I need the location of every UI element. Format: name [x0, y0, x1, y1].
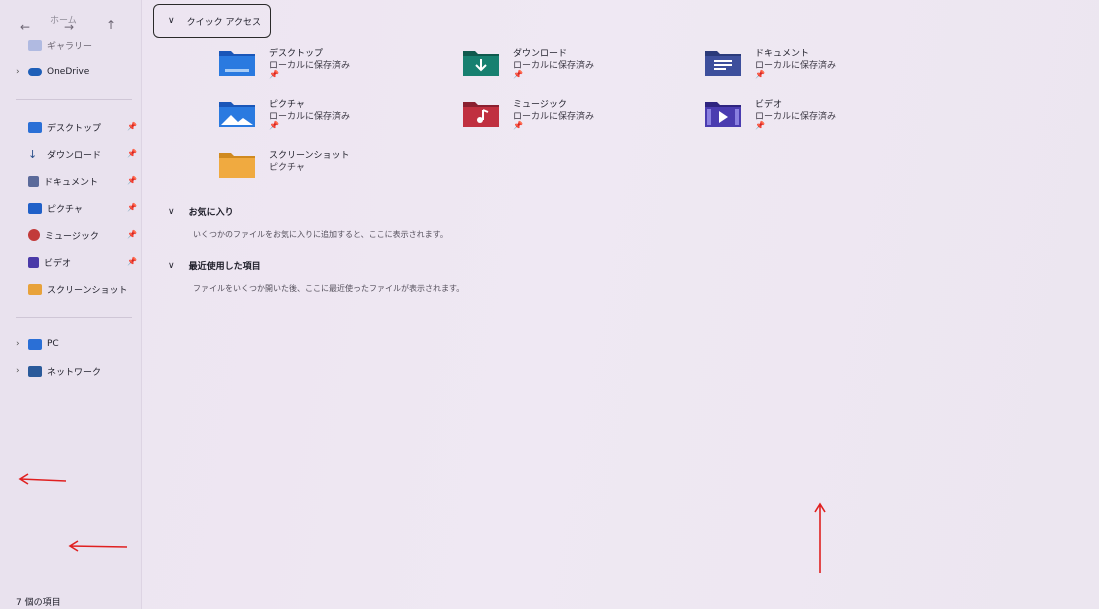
- quick-access-tile-downloads[interactable]: ダウンロード ローカルに保存済み 📌: [463, 46, 643, 82]
- pin-icon: 📌: [127, 176, 137, 185]
- chevron-down-icon[interactable]: ∨: [168, 261, 175, 271]
- sidebar-item-label: OneDrive: [47, 67, 90, 77]
- sidebar-item-music[interactable]: ミュージック: [16, 225, 99, 245]
- document-icon: [28, 175, 39, 187]
- sidebar-item-label: ピクチャ: [47, 204, 83, 215]
- pin-icon: 📌: [127, 257, 137, 266]
- pin-icon: 📌: [127, 203, 137, 212]
- tile-subtitle: ローカルに保存済み: [513, 61, 595, 71]
- navigation-pane: ← → ↑ ホーム ギャラリー › OneDrive デスクトップ 📌 ↓ ダウ…: [0, 0, 142, 609]
- music-icon: [28, 229, 40, 241]
- gallery-icon: [28, 39, 42, 51]
- pin-icon: 📌: [755, 121, 765, 130]
- chevron-right-icon[interactable]: ›: [16, 67, 28, 77]
- sidebar-item-label: ミュージック: [45, 231, 99, 242]
- recent-header[interactable]: ∨ 最近使用した項目: [168, 259, 261, 273]
- sidebar-item-desktop[interactable]: デスクトップ: [16, 117, 101, 137]
- picture-icon: [28, 202, 42, 214]
- pin-icon: 📌: [269, 121, 279, 130]
- screenshot-folder-icon: [219, 153, 255, 178]
- pin-icon: 📌: [269, 70, 279, 79]
- quick-access-tile-pictures[interactable]: ピクチャ ローカルに保存済み 📌: [219, 97, 399, 133]
- sidebar-divider: [16, 317, 132, 318]
- document-folder-icon: [705, 51, 741, 76]
- sidebar-item-label: ギャラリー: [47, 41, 93, 52]
- sidebar-item-gallery[interactable]: ギャラリー: [16, 35, 92, 55]
- sidebar-item-label: スクリーンショット: [47, 285, 128, 296]
- favorites-title: お気に入り: [188, 208, 234, 218]
- sidebar-item-label: ダウンロード: [47, 150, 102, 161]
- sidebar-item-label: ネットワーク: [47, 367, 102, 378]
- download-icon: ↓: [28, 147, 38, 161]
- pin-icon: 📌: [755, 70, 765, 79]
- folder-icon: [28, 283, 42, 295]
- sidebar-item-screenshots[interactable]: スクリーンショット: [16, 279, 128, 299]
- music-folder-icon: [463, 102, 499, 127]
- annotation-arrows: [18, 473, 826, 573]
- sidebar-item-documents[interactable]: ドキュメント: [16, 171, 98, 191]
- pin-icon: 📌: [513, 121, 523, 130]
- sidebar-item-label: ホーム: [50, 15, 77, 26]
- sidebar-item-videos[interactable]: ビデオ: [16, 252, 71, 272]
- pin-icon: 📌: [127, 230, 137, 239]
- pc-icon: [28, 338, 42, 350]
- pin-icon: 📌: [513, 70, 523, 79]
- quick-access-header[interactable]: ∨ クイック アクセス: [153, 4, 271, 38]
- pin-icon: 📌: [127, 122, 137, 131]
- tile-subtitle: ローカルに保存済み: [755, 61, 837, 71]
- download-folder-icon: [463, 51, 499, 76]
- tile-subtitle: ローカルに保存済み: [513, 112, 595, 122]
- tile-subtitle: ローカルに保存済み: [269, 112, 351, 122]
- recent-empty-message: ファイルをいくつか開いた後、ここに最近使ったファイルが表示されます。: [193, 284, 465, 293]
- pin-icon: 📌: [127, 149, 137, 158]
- chevron-right-icon[interactable]: ›: [16, 339, 28, 349]
- video-icon: [28, 256, 39, 268]
- sidebar-item-label: デスクトップ: [47, 123, 102, 134]
- chevron-right-icon[interactable]: ›: [16, 366, 28, 376]
- quick-access-tile-documents[interactable]: ドキュメント ローカルに保存済み 📌: [705, 46, 885, 82]
- quick-access-tile-videos[interactable]: ビデオ ローカルに保存済み 📌: [705, 97, 885, 133]
- sidebar-item-pictures[interactable]: ピクチャ: [16, 198, 83, 218]
- sidebar-item-onedrive[interactable]: › OneDrive: [16, 62, 89, 82]
- quick-access-tile-music[interactable]: ミュージック ローカルに保存済み 📌: [463, 97, 643, 133]
- chevron-down-icon[interactable]: ∨: [168, 207, 175, 217]
- sidebar-item-pc[interactable]: › PC: [16, 334, 59, 354]
- network-icon: [28, 365, 42, 377]
- sidebar-item-downloads[interactable]: ↓ ダウンロード: [16, 144, 101, 164]
- sidebar-item-label: ビデオ: [44, 258, 72, 269]
- annotation-arrow-icon: [814, 502, 826, 573]
- sidebar-item-label: ドキュメント: [44, 177, 99, 188]
- sidebar-divider: [16, 99, 132, 100]
- sidebar-item-network[interactable]: › ネットワーク: [16, 361, 101, 381]
- tile-subtitle: ローカルに保存済み: [269, 61, 351, 71]
- quick-access-tile-desktop[interactable]: デスクトップ ローカルに保存済み 📌: [219, 46, 399, 82]
- video-folder-icon: [705, 102, 741, 127]
- chevron-down-icon[interactable]: ∨: [168, 16, 175, 26]
- quick-access-tile-screenshots[interactable]: スクリーンショット ピクチャ: [219, 148, 399, 184]
- sidebar-item-home[interactable]: ホーム: [34, 9, 77, 29]
- quick-access-title: クイック アクセス: [186, 17, 262, 28]
- up-button[interactable]: ↑: [106, 18, 116, 32]
- tile-subtitle: ピクチャ: [269, 163, 305, 173]
- favorites-header[interactable]: ∨ お気に入り: [168, 205, 234, 219]
- status-item-count: 7 個の項目: [16, 598, 61, 608]
- tile-subtitle: ローカルに保存済み: [755, 112, 837, 122]
- desktop-folder-icon: [219, 51, 255, 76]
- back-button[interactable]: ←: [20, 20, 30, 34]
- cloud-icon: [28, 68, 42, 76]
- recent-title: 最近使用した項目: [188, 262, 261, 272]
- desktop-icon: [28, 121, 42, 133]
- favorites-empty-message: いくつかのファイルをお気に入りに追加すると、ここに表示されます。: [193, 230, 448, 239]
- sidebar-item-label: PC: [47, 339, 59, 349]
- picture-folder-icon: [219, 102, 255, 127]
